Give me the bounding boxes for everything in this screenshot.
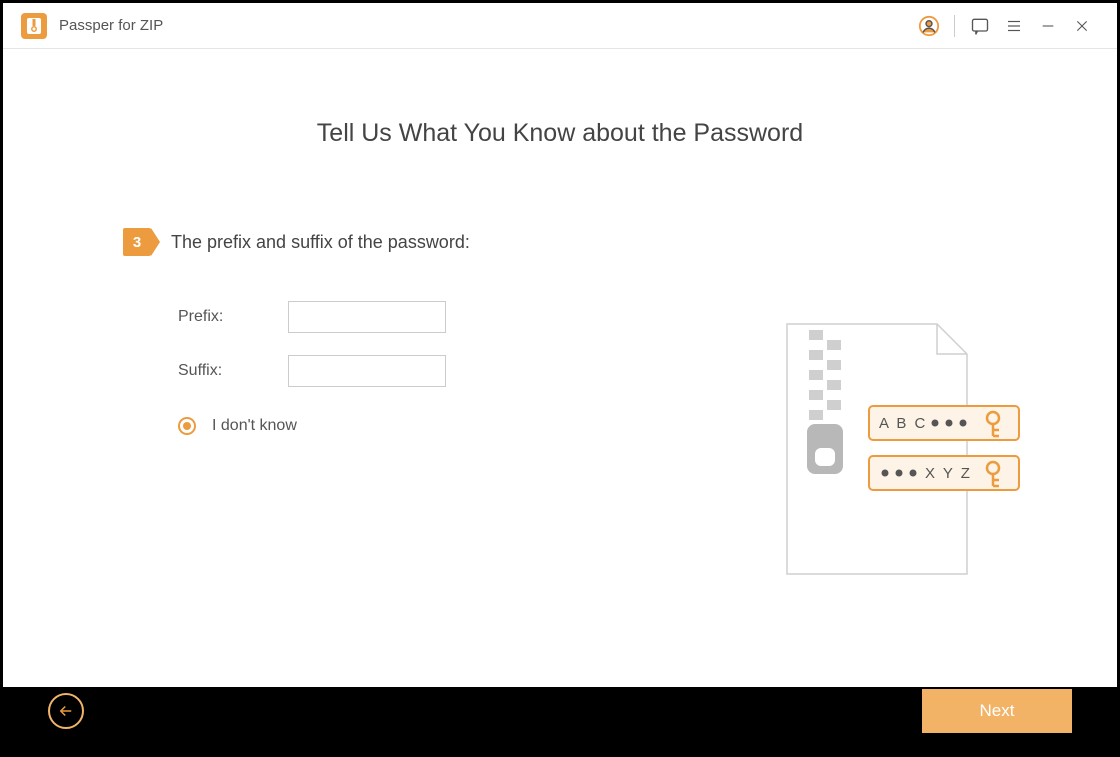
suffix-input[interactable] <box>288 355 446 387</box>
next-button-label: Next <box>980 701 1015 721</box>
account-icon[interactable] <box>912 9 946 43</box>
titlebar-divider <box>954 15 955 37</box>
feedback-icon[interactable] <box>963 9 997 43</box>
hint1-prefix-text: A B C <box>879 415 927 432</box>
app-title: Passper for ZIP <box>59 17 163 34</box>
step-number-badge: 3 <box>123 228 151 256</box>
main-content: Tell Us What You Know about the Password… <box>3 119 1117 757</box>
step-row: 3 The prefix and suffix of the password: <box>123 228 1117 256</box>
close-button[interactable] <box>1065 9 1099 43</box>
step-description: The prefix and suffix of the password: <box>171 232 470 253</box>
suffix-label: Suffix: <box>178 362 288 380</box>
minimize-button[interactable] <box>1031 9 1065 43</box>
titlebar: Passper for ZIP <box>3 3 1117 49</box>
page-heading: Tell Us What You Know about the Password <box>3 119 1117 148</box>
menu-icon[interactable] <box>997 9 1031 43</box>
zip-illustration: A B C X Y Z <box>767 314 1027 594</box>
dontknow-label: I don't know <box>212 417 297 435</box>
app-window: Passper for ZIP Tell Us What You Know ab… <box>3 3 1117 687</box>
prefix-label: Prefix: <box>178 308 288 326</box>
back-button[interactable] <box>48 693 84 729</box>
app-logo-icon <box>21 13 47 39</box>
radio-icon <box>178 417 196 435</box>
next-button[interactable]: Next <box>922 689 1072 733</box>
prefix-input[interactable] <box>288 301 446 333</box>
hint2-suffix-text: X Y Z <box>925 465 972 482</box>
